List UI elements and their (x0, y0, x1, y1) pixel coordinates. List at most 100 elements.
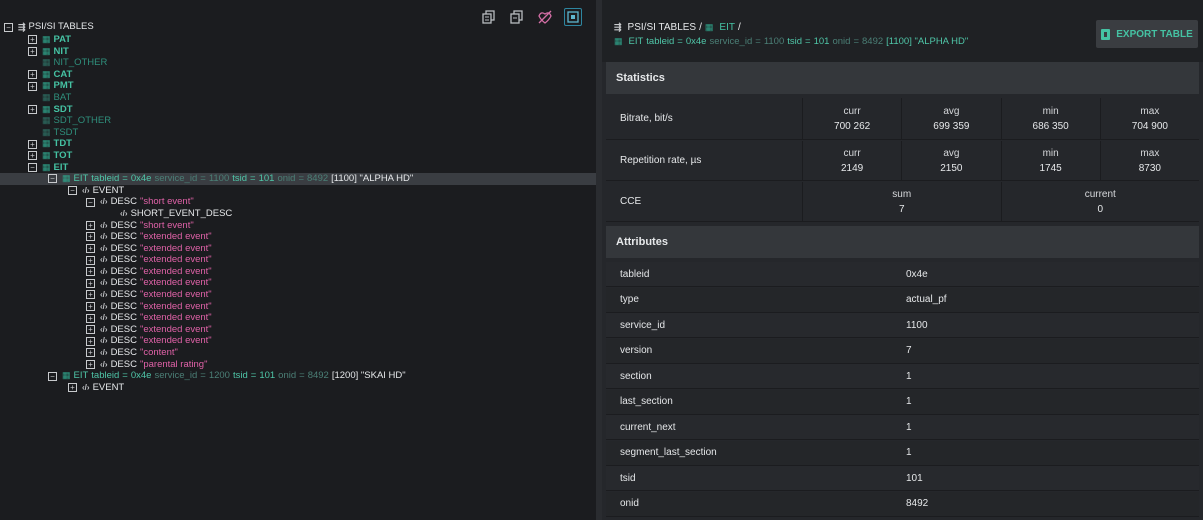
expand-icon[interactable]: + (68, 383, 77, 393)
bitrate-label: Bitrate, bit/s (620, 113, 673, 124)
expand-icon[interactable]: + (28, 70, 37, 80)
tree-desc-name: "extended event" (139, 242, 212, 254)
tree-table-sdt_other[interactable]: ▦ SDT_OTHER (0, 115, 596, 127)
eit-onid-v: 8492 (307, 173, 329, 185)
tree-desc[interactable]: + ‹/› DESC "extended event" (0, 231, 596, 243)
tree-desc-name: "extended event" (139, 231, 212, 243)
expand-icon[interactable]: + (86, 255, 95, 265)
tree-event[interactable]: + ‹/› EVENT (0, 382, 596, 394)
tree-eit-section-1100[interactable]: − ▦ EIT tableid = 0x4e service_id = 1100 tsid = 101… (0, 173, 596, 185)
collapse-icon[interactable]: − (48, 174, 57, 184)
tree-desc-name: "extended event" (139, 335, 212, 347)
tree-table-label: TOT (53, 149, 73, 161)
expand-icon[interactable]: + (28, 139, 37, 149)
tree-panel: − ⇶ PSI/SI TABLES + ▦ PAT + ▦ NIT ▦ NIT_OTHER + ▦… (0, 0, 596, 520)
tree-table-cat[interactable]: + ▦ CAT (0, 69, 596, 81)
expand-icon[interactable]: + (86, 232, 95, 242)
tree-desc-label: DESC (110, 196, 137, 208)
repetition-min-cell: min 1745 (1000, 141, 1100, 180)
tree-table-pat[interactable]: + ▦ PAT (0, 34, 596, 46)
eit-tableid-v: 0x4e (130, 173, 152, 185)
tree-desc[interactable]: + ‹/› DESC "short event" (0, 220, 596, 232)
subtitle-tableid-value: 0x4e (685, 36, 707, 47)
attribute-key: version (620, 345, 653, 356)
tree-table-tsdt[interactable]: ▦ TSDT (0, 127, 596, 139)
tree-desc[interactable]: − ‹/› DESC "short event" (0, 196, 596, 208)
collapse-icon[interactable]: − (68, 186, 77, 196)
tree-eit-section-1200[interactable]: − ▦ EIT tableid = 0x4e service_id = 1200 tsid = 101… (0, 370, 596, 382)
tree-desc-label: DESC (110, 347, 137, 359)
tree-desc[interactable]: + ‹/› DESC "parental rating" (0, 359, 596, 371)
tree-table-label: SDT (53, 103, 73, 115)
attributes-header: Attributes (606, 226, 1199, 258)
tree-desc[interactable]: + ‹/› DESC "extended event" (0, 277, 596, 289)
tree-table-nit_other[interactable]: ▦ NIT_OTHER (0, 57, 596, 69)
tree-desc[interactable]: + ‹/› DESC "extended event" (0, 324, 596, 336)
collapse-icon[interactable]: − (48, 371, 57, 381)
export-table-button[interactable]: EXPORT TABLE (1096, 20, 1198, 48)
tree-event[interactable]: − ‹/› EVENT (0, 185, 596, 197)
tree-desc[interactable]: + ‹/› DESC "extended event" (0, 312, 596, 324)
subtitle-onid-value: 8492 (862, 36, 884, 47)
expand-icon[interactable]: + (86, 243, 95, 253)
attribute-key: current_next (620, 421, 676, 433)
collapse-icon[interactable]: − (86, 197, 95, 207)
bitrate-max-cell: max 704 900 (1099, 98, 1199, 139)
tree-desc-label: DESC (110, 289, 137, 301)
tree-table-pmt[interactable]: + ▦ PMT (0, 80, 596, 92)
expand-icon[interactable]: + (86, 290, 95, 300)
subtitle-eq: = (677, 36, 683, 47)
expand-icon[interactable]: + (86, 278, 95, 288)
tree-desc[interactable]: + ‹/› DESC "extended event" (0, 254, 596, 266)
cce-row: CCE sum 7 current 0 (606, 182, 1199, 222)
expand-icon[interactable]: + (86, 359, 95, 369)
tree-desc[interactable]: + ‹/› DESC "content" (0, 347, 596, 359)
tree-root[interactable]: − ⇶ PSI/SI TABLES (0, 20, 596, 34)
tree-table-bat[interactable]: ▦ BAT (0, 92, 596, 104)
eit-onid-k: onid (278, 370, 297, 382)
expand-icon[interactable]: + (28, 35, 37, 45)
expand-icon[interactable]: + (86, 348, 95, 358)
tree-table-tot[interactable]: + ▦ TOT (0, 150, 596, 162)
expand-icon[interactable]: + (28, 151, 37, 161)
tree-desc[interactable]: + ‹/› DESC "extended event" (0, 335, 596, 347)
tree-table-nit[interactable]: + ▦ NIT (0, 46, 596, 58)
attribute-row: service_id 1100 (606, 313, 1199, 338)
eit-service-v: 1200 (208, 370, 230, 382)
expand-icon[interactable]: + (86, 301, 95, 311)
tree-desc[interactable]: + ‹/› DESC "extended event" (0, 289, 596, 301)
tree-table-sdt[interactable]: + ▦ SDT (0, 104, 596, 116)
tag-icon: ‹/› (82, 382, 90, 392)
collapse-icon[interactable]: − (28, 162, 37, 172)
eit-tsid-eq: = (250, 173, 256, 185)
table-icon: ▦ (614, 36, 623, 46)
expand-icon[interactable]: + (28, 46, 37, 56)
table-icon: ▦ (42, 68, 51, 79)
expand-icon[interactable]: + (86, 325, 95, 335)
cce-current-value: 0 (1097, 203, 1104, 215)
tag-icon: ‹/› (82, 185, 90, 195)
subtitle-service-value: 1100 (763, 36, 785, 47)
bitrate-max-value: 704 900 (1131, 120, 1168, 132)
tree-short-event-desc[interactable]: ‹/› SHORT_EVENT_DESC (0, 208, 596, 220)
tree-desc[interactable]: + ‹/› DESC "extended event" (0, 266, 596, 278)
breadcrumb-root[interactable]: PSI/SI TABLES (628, 22, 697, 33)
tree-desc[interactable]: + ‹/› DESC "extended event" (0, 243, 596, 255)
expand-icon[interactable]: + (86, 267, 95, 277)
expand-icon[interactable]: + (28, 104, 37, 114)
tree-root-label: PSI/SI TABLES (28, 21, 94, 32)
expand-icon[interactable]: + (86, 336, 95, 346)
expand-icon[interactable]: + (28, 81, 37, 91)
attribute-key: tableid (620, 268, 650, 280)
eit-tail: [1200] "SKAI HD" (331, 370, 406, 382)
tag-icon: ‹/› (100, 232, 108, 242)
tree-table-eit[interactable]: − ▦ EIT (0, 162, 596, 174)
collapse-icon[interactable]: − (4, 22, 13, 32)
tree-table-tdt[interactable]: + ▦ TDT (0, 138, 596, 150)
expand-icon[interactable]: + (86, 220, 95, 230)
tree-desc[interactable]: + ‹/› DESC "extended event" (0, 301, 596, 313)
breadcrumb-table[interactable]: EIT (719, 22, 735, 33)
expand-icon[interactable]: + (86, 313, 95, 323)
eit-service-eq: = (200, 370, 206, 382)
tree-event-label: EVENT (92, 184, 125, 196)
